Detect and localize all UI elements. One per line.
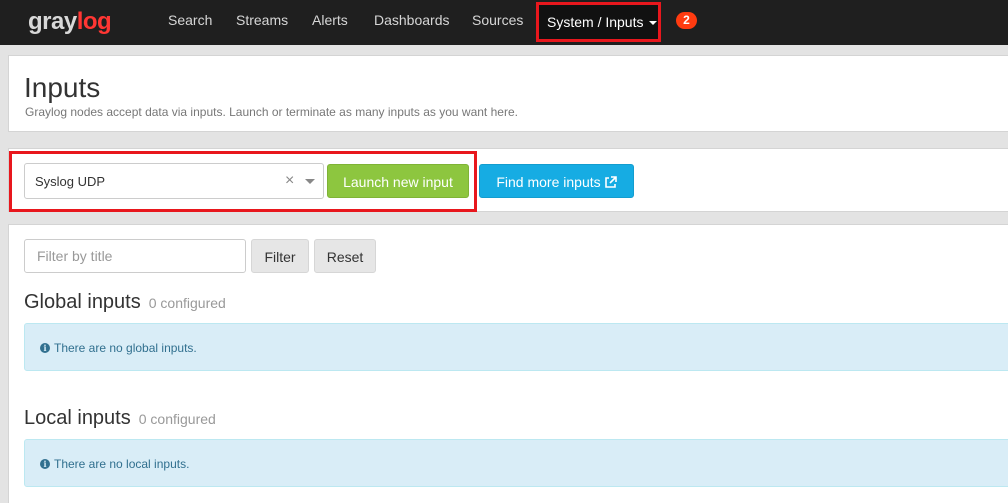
nav-system-inputs-label: System / Inputs xyxy=(547,14,644,30)
page-description: Graylog nodes accept data via inputs. La… xyxy=(25,105,518,119)
find-more-inputs-button[interactable]: Find more inputs xyxy=(479,164,634,198)
filter-by-title-input[interactable] xyxy=(24,239,246,273)
local-inputs-heading: Local inputs 0 configured xyxy=(24,407,216,429)
page-title: Inputs xyxy=(24,72,101,103)
nav-search[interactable]: Search xyxy=(168,12,212,28)
global-inputs-heading: Global inputs 0 configured xyxy=(24,291,226,313)
local-inputs-count: 0 configured xyxy=(138,411,216,427)
local-inputs-empty-alert: i There are no local inputs. xyxy=(24,439,1008,487)
launch-new-input-button[interactable]: Launch new input xyxy=(327,164,469,198)
graylog-logo[interactable]: graylog xyxy=(28,9,112,35)
caret-down-icon xyxy=(649,21,658,26)
nav-sources[interactable]: Sources xyxy=(472,12,523,28)
nav-alerts[interactable]: Alerts xyxy=(312,12,348,28)
select-value: Syslog UDP xyxy=(35,174,106,189)
clear-icon[interactable]: × xyxy=(285,172,294,190)
nav-system-inputs-dropdown[interactable]: System / Inputs xyxy=(536,2,661,42)
info-circle-icon: i xyxy=(40,459,50,469)
reset-button[interactable]: Reset xyxy=(314,239,376,273)
local-inputs-empty-message: There are no local inputs. xyxy=(54,457,190,471)
global-inputs-count: 0 configured xyxy=(148,295,226,311)
page-header-panel: Inputs Graylog nodes accept data via inp… xyxy=(8,55,1008,132)
external-link-icon xyxy=(604,176,617,188)
nav-dashboards[interactable]: Dashboards xyxy=(374,12,450,28)
chevron-down-icon[interactable] xyxy=(305,179,315,184)
filter-text-field[interactable] xyxy=(25,240,245,272)
global-inputs-empty-alert: i There are no global inputs. xyxy=(24,323,1008,371)
global-inputs-empty-message: There are no global inputs. xyxy=(54,341,197,355)
nav-streams[interactable]: Streams xyxy=(236,12,288,28)
filter-button[interactable]: Filter xyxy=(251,239,309,273)
input-type-select[interactable]: Syslog UDP × xyxy=(24,163,324,199)
notification-badge[interactable]: 2 xyxy=(676,12,697,29)
top-navbar: graylog Search Streams Alerts Dashboards… xyxy=(0,0,1008,45)
info-circle-icon: i xyxy=(40,343,50,353)
